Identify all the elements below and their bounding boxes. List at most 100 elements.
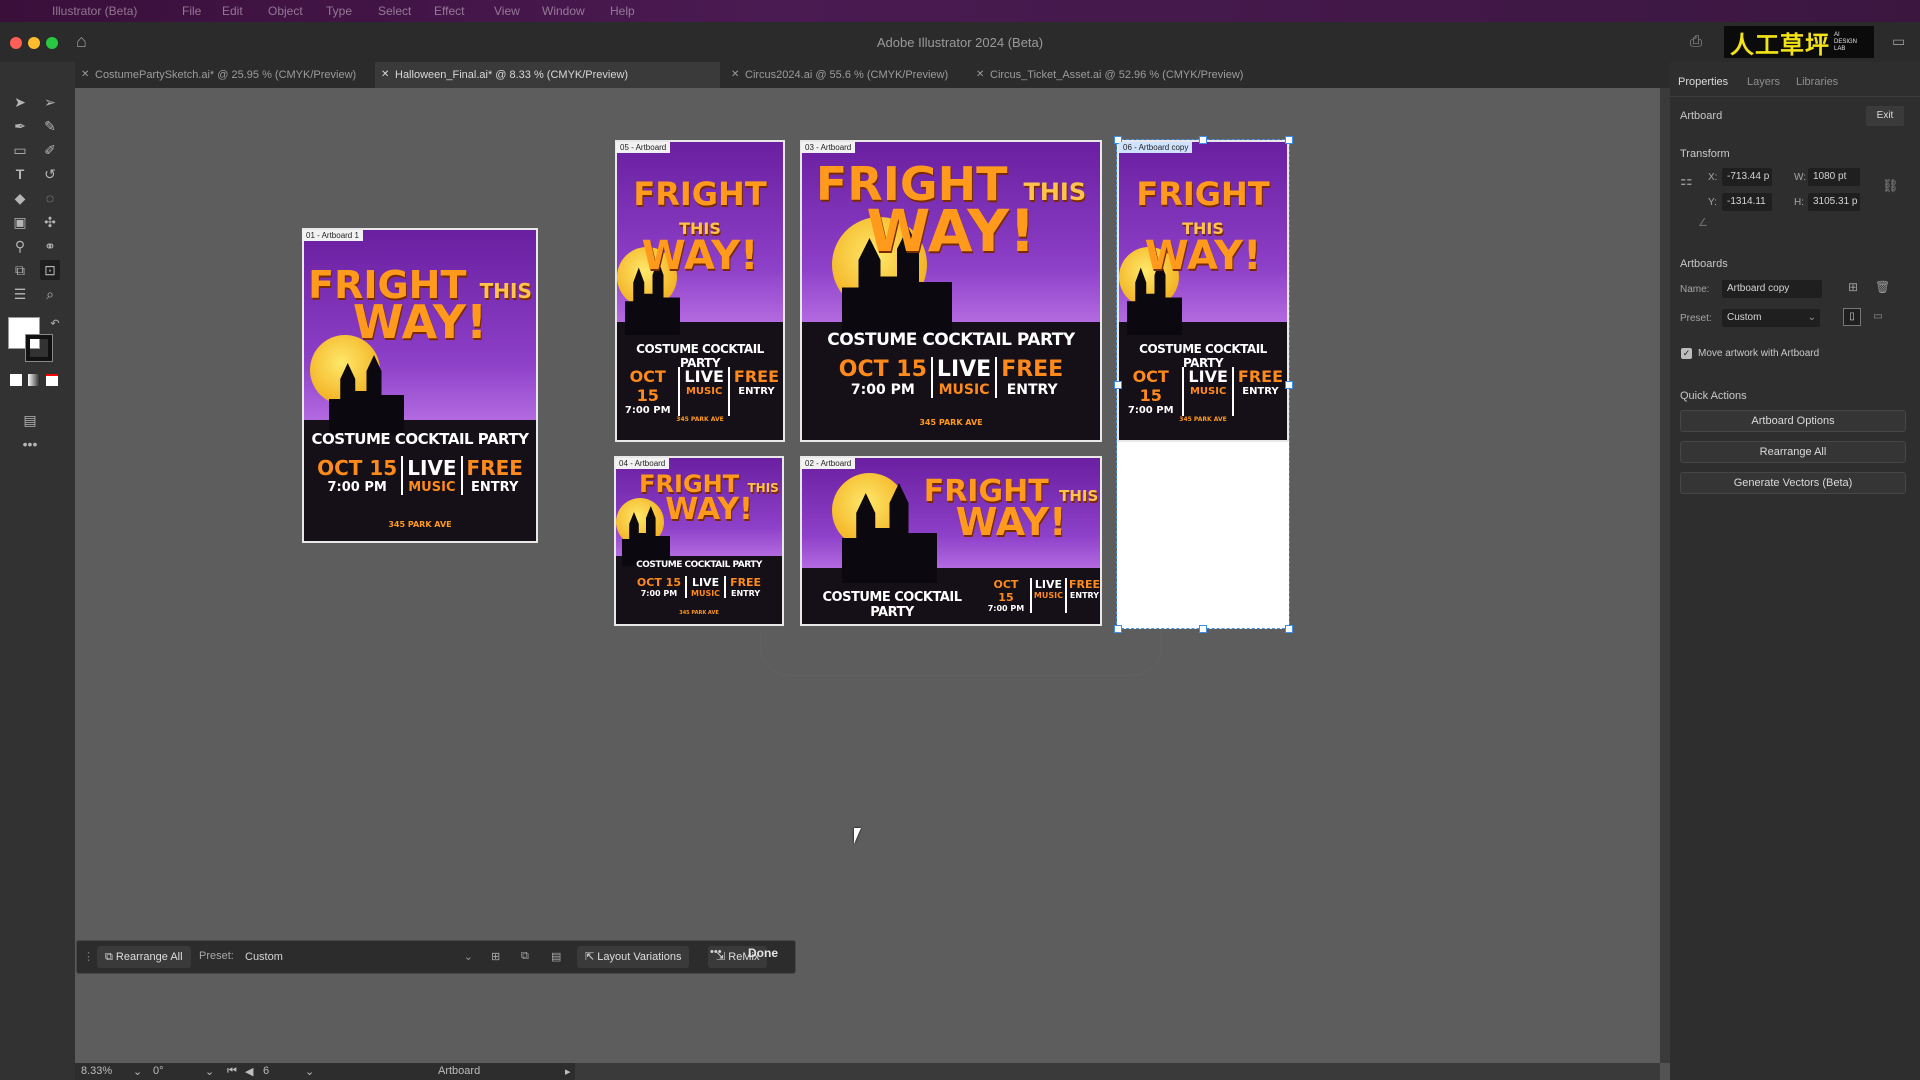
eyedropper-tool-icon[interactable]: ⚲ [10, 236, 30, 256]
artboard-number[interactable]: 6 [263, 1065, 269, 1077]
zoom-level[interactable]: 8.33% [81, 1065, 112, 1077]
tab-properties[interactable]: Properties [1678, 76, 1728, 88]
menu-type[interactable]: Type [326, 4, 352, 18]
menu-app[interactable]: Illustrator (Beta) [52, 4, 137, 18]
artboard-label[interactable]: 02 - Artboard [801, 458, 856, 469]
preset-select[interactable]: Custom ⌄ [239, 946, 479, 968]
duplicate-artboard-icon[interactable]: ⧉ [521, 950, 529, 963]
direct-selection-tool-icon[interactable]: ➢ [40, 92, 60, 112]
panel-layout-icon[interactable]: ▭ [1892, 33, 1905, 50]
menu-file[interactable]: File [182, 4, 201, 18]
lasso-tool-icon[interactable]: ◌ [40, 188, 60, 208]
gradient-tool-icon[interactable]: ▣ [10, 212, 30, 232]
new-artboard-icon[interactable]: ⊞ [1848, 280, 1858, 294]
portrait-orientation-icon[interactable]: ▯ [1843, 308, 1861, 326]
screen-mode-icon[interactable]: ▤ [20, 410, 40, 430]
resize-handle[interactable] [1285, 136, 1293, 144]
w-input[interactable]: 1080 pt [1808, 168, 1860, 186]
artboard-label[interactable]: 05 - Artboard [616, 142, 671, 153]
artboard-dropdown-icon[interactable]: ⌄ [305, 1065, 314, 1078]
h-input[interactable]: 3105.31 p [1808, 193, 1860, 211]
status-menu-icon[interactable]: ▸ [565, 1065, 571, 1078]
artboard-label[interactable]: 03 - Artboard [801, 142, 856, 153]
done-button[interactable]: Done [748, 946, 778, 960]
y-input[interactable]: -1314.11 [1722, 193, 1772, 211]
tab-halloween-final[interactable]: ✕ Halloween_Final.ai* @ 8.33 % (CMYK/Pre… [375, 62, 720, 88]
rotate-dropdown-icon[interactable]: ⌄ [205, 1065, 214, 1078]
reference-point-icon[interactable]: ⚏ [1680, 172, 1693, 189]
close-tab-icon[interactable]: ✕ [731, 62, 739, 88]
x-input[interactable]: -713.44 p [1722, 168, 1772, 186]
hand-tool-icon[interactable]: ☰ [10, 284, 30, 304]
generate-vectors-button[interactable]: Generate Vectors (Beta) [1680, 472, 1906, 494]
artboard-04[interactable]: FRIGHT THIS WAY! COSTUME COCKTAIL PARTY O… [614, 456, 784, 626]
exit-button[interactable]: Exit [1866, 106, 1904, 126]
mesh-tool-icon[interactable]: ✣ [40, 212, 60, 232]
menu-window[interactable]: Window [542, 4, 585, 18]
resize-handle[interactable] [1199, 625, 1207, 633]
menu-object[interactable]: Object [268, 4, 303, 18]
menu-effect[interactable]: Effect [434, 4, 464, 18]
brush-tool-icon[interactable]: ✐ [40, 140, 60, 160]
rectangle-tool-icon[interactable]: ▭ [10, 140, 30, 160]
previous-artboard-icon[interactable]: ◀ [245, 1065, 253, 1078]
new-artboard-icon[interactable]: ⊞ [491, 950, 500, 963]
share-icon[interactable]: ⎙ [1690, 33, 1702, 50]
artboard-01[interactable]: FRIGHT THIS WAY! COSTUME COCKTAIL PARTY O… [302, 228, 538, 543]
zoom-tool-icon[interactable]: ⌕ [40, 284, 60, 304]
resize-handle[interactable] [1199, 136, 1207, 144]
artboard-label[interactable]: 01 - Artboard 1 [302, 230, 363, 241]
zoom-dropdown-icon[interactable]: ⌄ [133, 1065, 142, 1078]
gradient-mode-icon[interactable] [28, 374, 40, 386]
preset-dropdown[interactable]: Custom ⌄ [1722, 309, 1820, 327]
blend-tool-icon[interactable]: ⚭ [40, 236, 60, 256]
tab-layers[interactable]: Layers [1747, 76, 1780, 88]
resize-handle[interactable] [1285, 625, 1293, 633]
vertical-scrollbar[interactable] [1660, 88, 1670, 1063]
menu-select[interactable]: Select [378, 4, 411, 18]
artboard-03[interactable]: FRIGHT THIS WAY! COSTUME COCKTAIL PARTY O… [800, 140, 1102, 442]
selection-tool-icon[interactable]: ➤ [10, 92, 30, 112]
menu-view[interactable]: View [494, 4, 520, 18]
color-mode-icon[interactable] [10, 374, 22, 386]
rearrange-all-button[interactable]: ⧉ Rearrange All [97, 946, 191, 968]
rotate-tool-icon[interactable]: ↺ [40, 164, 60, 184]
type-tool-icon[interactable]: T [10, 164, 30, 184]
rearrange-all-panel-button[interactable]: Rearrange All [1680, 441, 1906, 463]
resize-handle[interactable] [1285, 381, 1293, 389]
shape-builder-tool-icon[interactable]: ⧉ [10, 260, 30, 280]
rotate-angle-icon[interactable]: ∠ [1698, 216, 1708, 229]
delete-artboard-icon[interactable]: 🗑 [1875, 280, 1890, 294]
artboard-name-input[interactable]: Artboard copy [1722, 280, 1822, 298]
swap-colors-icon[interactable]: ↶ [45, 314, 65, 334]
artboard-label[interactable]: 06 - Artboard copy [1119, 142, 1193, 153]
menu-help[interactable]: Help [610, 4, 635, 18]
close-tab-icon[interactable]: ✕ [976, 62, 984, 88]
curvature-tool-icon[interactable]: ✎ [40, 116, 60, 136]
artboard-options-icon[interactable]: ▤ [551, 950, 561, 963]
menu-edit[interactable]: Edit [222, 4, 243, 18]
artboard-tool-icon[interactable]: ⊡ [40, 260, 60, 280]
resize-handle[interactable] [1114, 625, 1122, 633]
artboard-05[interactable]: FRIGHT THIS WAY! COSTUME COCKTAIL PARTY O… [615, 140, 785, 442]
rotate-view-value[interactable]: 0° [153, 1065, 164, 1077]
more-options-button[interactable]: ••• [710, 946, 722, 958]
resize-handle[interactable] [1114, 381, 1122, 389]
none-mode-icon[interactable] [46, 374, 58, 386]
more-tools-icon[interactable]: ••• [20, 434, 40, 454]
landscape-orientation-icon[interactable]: ▭ [1869, 308, 1887, 326]
layout-variations-button[interactable]: ⇱ Layout Variations [577, 946, 690, 968]
tab-costume-party-sketch[interactable]: ✕ CostumePartySketch.ai* @ 25.95 % (CMYK… [75, 62, 370, 88]
artboard-options-button[interactable]: Artboard Options [1680, 410, 1906, 432]
close-tab-icon[interactable]: ✕ [81, 62, 89, 88]
drag-handle-icon[interactable]: ⋮ [83, 950, 94, 963]
artboard-label[interactable]: 04 - Artboard [615, 458, 670, 469]
selection-bounding-box[interactable] [1116, 139, 1290, 629]
horizontal-scrollbar[interactable] [575, 1063, 1660, 1080]
move-artwork-checkbox[interactable]: ✓ [1681, 348, 1692, 359]
stroke-color-swatch[interactable] [25, 334, 53, 362]
tab-circus-2024[interactable]: ✕ Circus2024.ai @ 55.6 % (CMYK/Preview) [725, 62, 965, 88]
tab-circus-ticket-asset[interactable]: ✕ Circus_Ticket_Asset.ai @ 52.96 % (CMYK… [970, 62, 1270, 88]
pen-tool-icon[interactable]: ✒ [10, 116, 30, 136]
close-tab-icon[interactable]: ✕ [381, 62, 389, 88]
